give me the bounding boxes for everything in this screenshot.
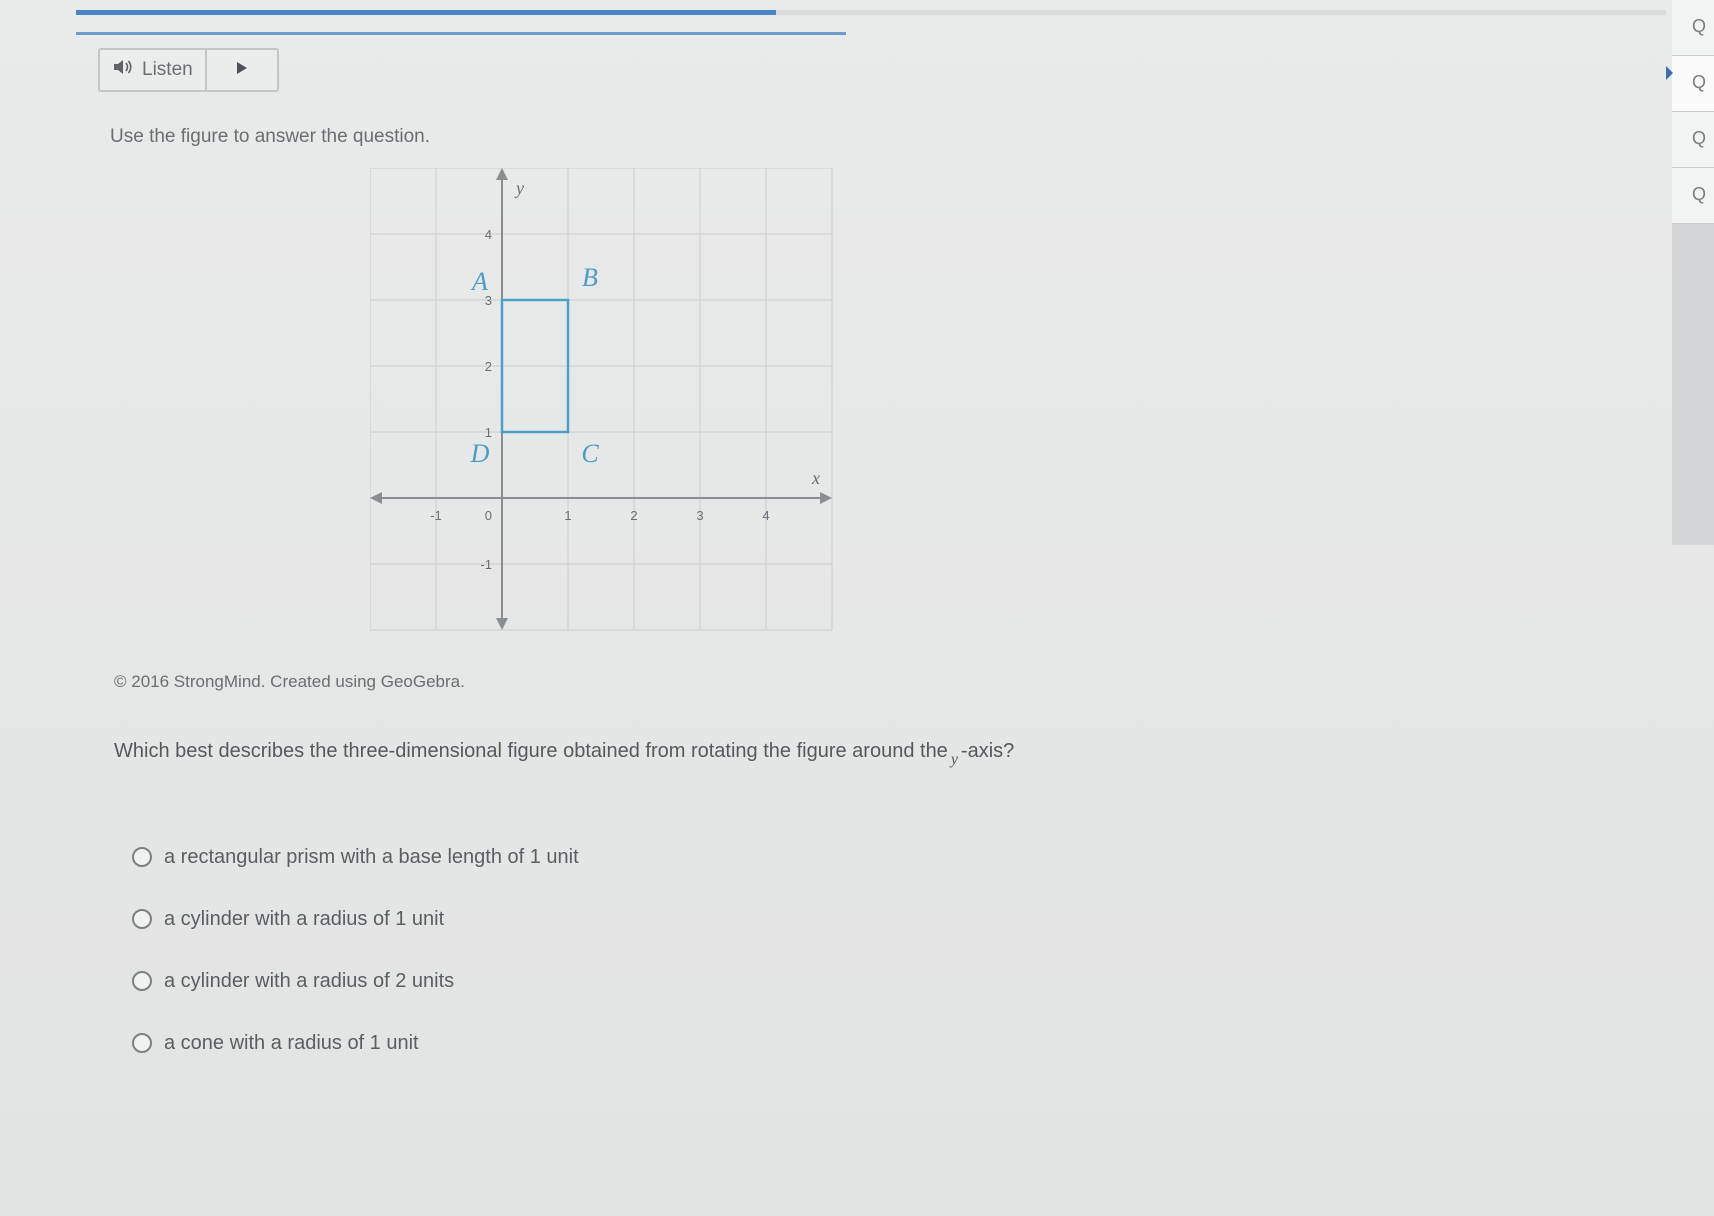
x-tick-label: 4 xyxy=(762,508,769,523)
figure-credit: © 2016 StrongMind. Created using GeoGebr… xyxy=(114,672,465,691)
axes xyxy=(370,168,832,630)
vertex-label-c: C xyxy=(581,439,599,468)
answer-option[interactable]: a cylinder with a radius of 1 unit xyxy=(132,888,579,950)
progress-track xyxy=(76,10,1666,15)
y-axis-arrow-up xyxy=(496,168,508,180)
answer-option[interactable]: a rectangular prism with a base length o… xyxy=(132,826,579,888)
x-axis-arrow-left xyxy=(370,492,382,504)
question-variable: y xyxy=(950,751,958,768)
play-button[interactable] xyxy=(207,50,277,90)
radio-button[interactable] xyxy=(132,909,152,929)
radio-button[interactable] xyxy=(132,971,152,991)
question-nav-tab[interactable]: Q xyxy=(1672,112,1714,168)
y-tick-label: 1 xyxy=(485,425,492,440)
listen-widget: Listen xyxy=(98,48,279,92)
question-nav-tab[interactable]: Q xyxy=(1672,56,1714,112)
x-tick-label: 2 xyxy=(630,508,637,523)
question-nav-sidebar: Q Q Q Q xyxy=(1672,0,1714,545)
question-nav-tab[interactable]: Q xyxy=(1672,0,1714,56)
answer-option-label: a cone with a radius of 1 unit xyxy=(164,1031,419,1054)
answer-options: a rectangular prism with a base length o… xyxy=(132,826,579,1074)
speaker-icon xyxy=(112,58,134,82)
x-tick-label: 3 xyxy=(696,508,703,523)
answer-option[interactable]: a cylinder with a radius of 2 units xyxy=(132,950,579,1012)
listen-label: Listen xyxy=(142,59,193,80)
x-tick-label: -1 xyxy=(430,508,442,523)
x-axis-arrow-right xyxy=(820,492,832,504)
coordinate-plane: -1 1 2 3 4 4 3 2 1 -1 0 A B C D x y xyxy=(369,167,833,631)
y-axis-label: y xyxy=(514,178,524,198)
progress-underline xyxy=(76,32,846,35)
answer-option-label: a cylinder with a radius of 2 units xyxy=(164,969,455,992)
answer-option[interactable]: a cone with a radius of 1 unit xyxy=(132,1012,579,1074)
y-axis-arrow-down xyxy=(496,618,508,630)
question-text: Which best describes the three-dimension… xyxy=(114,740,1015,768)
question-text-before: Which best describes the three-dimension… xyxy=(114,740,948,762)
vertex-label-b: B xyxy=(582,263,598,292)
radio-button[interactable] xyxy=(132,847,152,867)
x-axis-label: x xyxy=(811,468,820,488)
progress-fill xyxy=(76,10,776,15)
question-nav-tab[interactable]: Q xyxy=(1672,168,1714,224)
question-text-after: -axis? xyxy=(960,740,1015,762)
instruction-text: Use the figure to answer the question. xyxy=(110,126,431,147)
x-tick-label: 1 xyxy=(564,508,571,523)
listen-button[interactable]: Listen xyxy=(100,50,207,90)
current-question-indicator xyxy=(1666,66,1673,80)
play-icon xyxy=(235,60,249,81)
vertex-label-d: D xyxy=(470,439,490,468)
radio-button[interactable] xyxy=(132,1033,152,1053)
vertex-label-a: A xyxy=(470,267,488,296)
answer-option-label: a cylinder with a radius of 1 unit xyxy=(164,907,445,930)
y-tick-label: 4 xyxy=(485,227,492,242)
y-tick-label: 2 xyxy=(485,359,492,374)
coordinate-figure: -1 1 2 3 4 4 3 2 1 -1 0 A B C D x y xyxy=(369,167,850,653)
y-tick-label: -1 xyxy=(480,557,492,572)
grid xyxy=(369,167,833,631)
origin-label: 0 xyxy=(485,508,492,523)
answer-option-label: a rectangular prism with a base length o… xyxy=(164,845,579,868)
